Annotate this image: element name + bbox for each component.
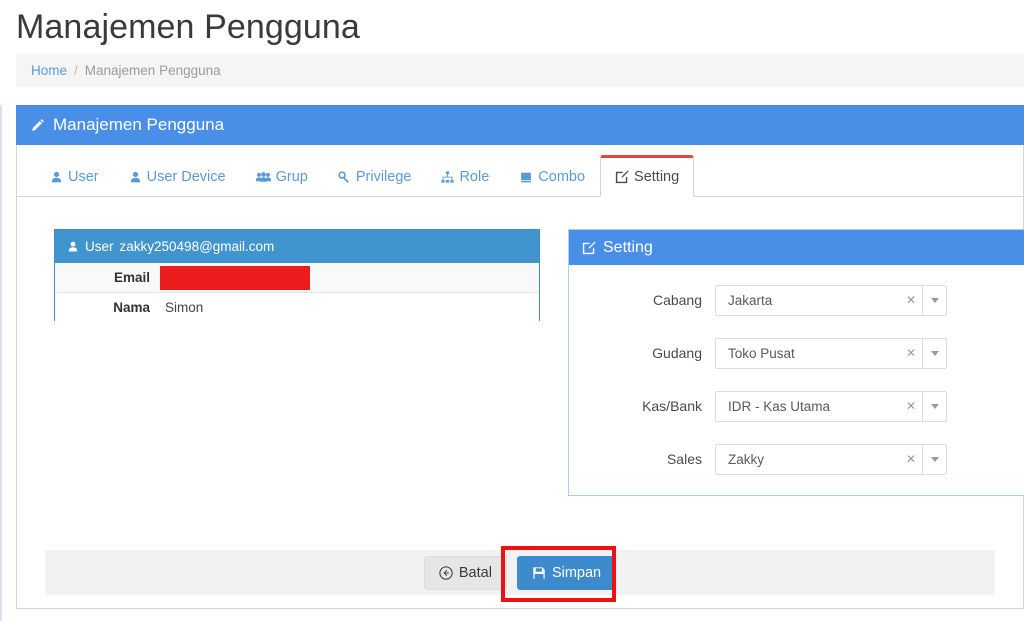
user-info-email-label: Email — [55, 263, 159, 292]
kas-bank-select[interactable]: IDR - Kas Utama ✕ — [715, 391, 947, 422]
cabang-label: Cabang — [569, 292, 715, 308]
breadcrumb: Home / Manajemen Pengguna — [16, 54, 1024, 87]
gudang-select-value: Toko Pusat — [716, 346, 900, 361]
form-row-sales: Sales Zakky ✕ — [569, 438, 1024, 480]
sales-select[interactable]: Zakky ✕ — [715, 444, 947, 475]
user-info-email-value — [159, 263, 539, 292]
page-root: Manajemen Pengguna Home / Manajemen Peng… — [0, 0, 1024, 621]
form-footer: Batal Simpan — [45, 550, 995, 595]
tab-privilege-label: Privilege — [356, 169, 412, 185]
user-info-header: User zakky250498@gmail.com — [55, 230, 539, 263]
breadcrumb-home-link[interactable]: Home — [31, 63, 67, 78]
left-rail-divider — [0, 105, 2, 621]
caret-down-icon[interactable] — [922, 339, 946, 368]
tab-role-label: Role — [459, 169, 489, 185]
user-icon — [129, 171, 142, 184]
kas-bank-label: Kas/Bank — [569, 398, 715, 414]
users-group-icon — [256, 171, 271, 184]
key-icon — [338, 171, 351, 184]
close-icon[interactable]: ✕ — [900, 399, 922, 413]
tab-user-device-label: User Device — [147, 169, 226, 185]
panel-header: Manajemen Pengguna — [16, 105, 1024, 145]
tab-setting[interactable]: Setting — [600, 155, 694, 197]
gudang-label: Gudang — [569, 345, 715, 361]
email-redaction-box — [160, 266, 310, 290]
user-info-nama-value: Simon — [159, 293, 539, 321]
cancel-button-label: Batal — [459, 565, 492, 581]
user-info-header-email: zakky250498@gmail.com — [120, 239, 275, 254]
setting-panel: Setting Cabang Jakarta ✕ Gudang Toko Pus… — [568, 229, 1024, 496]
tab-grup[interactable]: Grup — [241, 157, 323, 197]
form-row-cabang: Cabang Jakarta ✕ — [569, 279, 1024, 321]
user-icon — [67, 241, 79, 253]
setting-panel-title: Setting — [603, 239, 653, 257]
setting-panel-header: Setting — [569, 230, 1024, 265]
sitemap-icon — [441, 171, 454, 184]
setting-form: Cabang Jakarta ✕ Gudang Toko Pusat ✕ Kas… — [569, 265, 1024, 480]
user-info-row-nama: Nama Simon — [55, 292, 539, 321]
user-info-row-email: Email — [55, 263, 539, 292]
tab-grup-label: Grup — [276, 169, 308, 185]
close-icon[interactable]: ✕ — [900, 293, 922, 307]
floppy-disk-icon — [532, 566, 546, 580]
book-icon — [519, 171, 533, 184]
save-button-label: Simpan — [552, 565, 601, 581]
edit-square-icon — [582, 241, 596, 255]
breadcrumb-current: Manajemen Pengguna — [85, 63, 221, 78]
tab-user-label: User — [68, 169, 99, 185]
user-icon — [50, 171, 63, 184]
arrow-circle-left-icon — [439, 566, 453, 580]
tab-privilege[interactable]: Privilege — [323, 157, 427, 197]
user-info-panel: User zakky250498@gmail.com Email Nama Si… — [54, 229, 540, 321]
breadcrumb-separator: / — [74, 63, 78, 78]
panel-header-title: Manajemen Pengguna — [53, 115, 224, 135]
tab-role[interactable]: Role — [426, 157, 504, 197]
kas-bank-select-value: IDR - Kas Utama — [716, 399, 900, 414]
tab-user-device[interactable]: User Device — [114, 157, 241, 197]
caret-down-icon[interactable] — [922, 392, 946, 421]
sales-select-value: Zakky — [716, 452, 900, 467]
cancel-button[interactable]: Batal — [424, 556, 507, 590]
sales-label: Sales — [569, 451, 715, 467]
form-row-gudang: Gudang Toko Pusat ✕ — [569, 332, 1024, 374]
form-row-kas-bank: Kas/Bank IDR - Kas Utama ✕ — [569, 385, 1024, 427]
caret-down-icon[interactable] — [922, 445, 946, 474]
user-info-nama-label: Nama — [55, 293, 159, 321]
close-icon[interactable]: ✕ — [900, 346, 922, 360]
save-button[interactable]: Simpan — [517, 556, 616, 590]
tab-combo[interactable]: Combo — [504, 157, 600, 197]
cabang-select-value: Jakarta — [716, 293, 900, 308]
cabang-select[interactable]: Jakarta ✕ — [715, 285, 947, 316]
page-title: Manajemen Pengguna — [16, 6, 360, 48]
edit-square-icon — [615, 170, 629, 184]
user-info-header-label: User — [85, 239, 114, 254]
tab-setting-label: Setting — [634, 169, 679, 185]
tab-user[interactable]: User — [35, 157, 114, 197]
caret-down-icon[interactable] — [922, 286, 946, 315]
pencil-icon — [30, 118, 45, 133]
tab-bar: User User Device Grup — [17, 145, 1023, 197]
close-icon[interactable]: ✕ — [900, 452, 922, 466]
tab-combo-label: Combo — [538, 169, 585, 185]
gudang-select[interactable]: Toko Pusat ✕ — [715, 338, 947, 369]
